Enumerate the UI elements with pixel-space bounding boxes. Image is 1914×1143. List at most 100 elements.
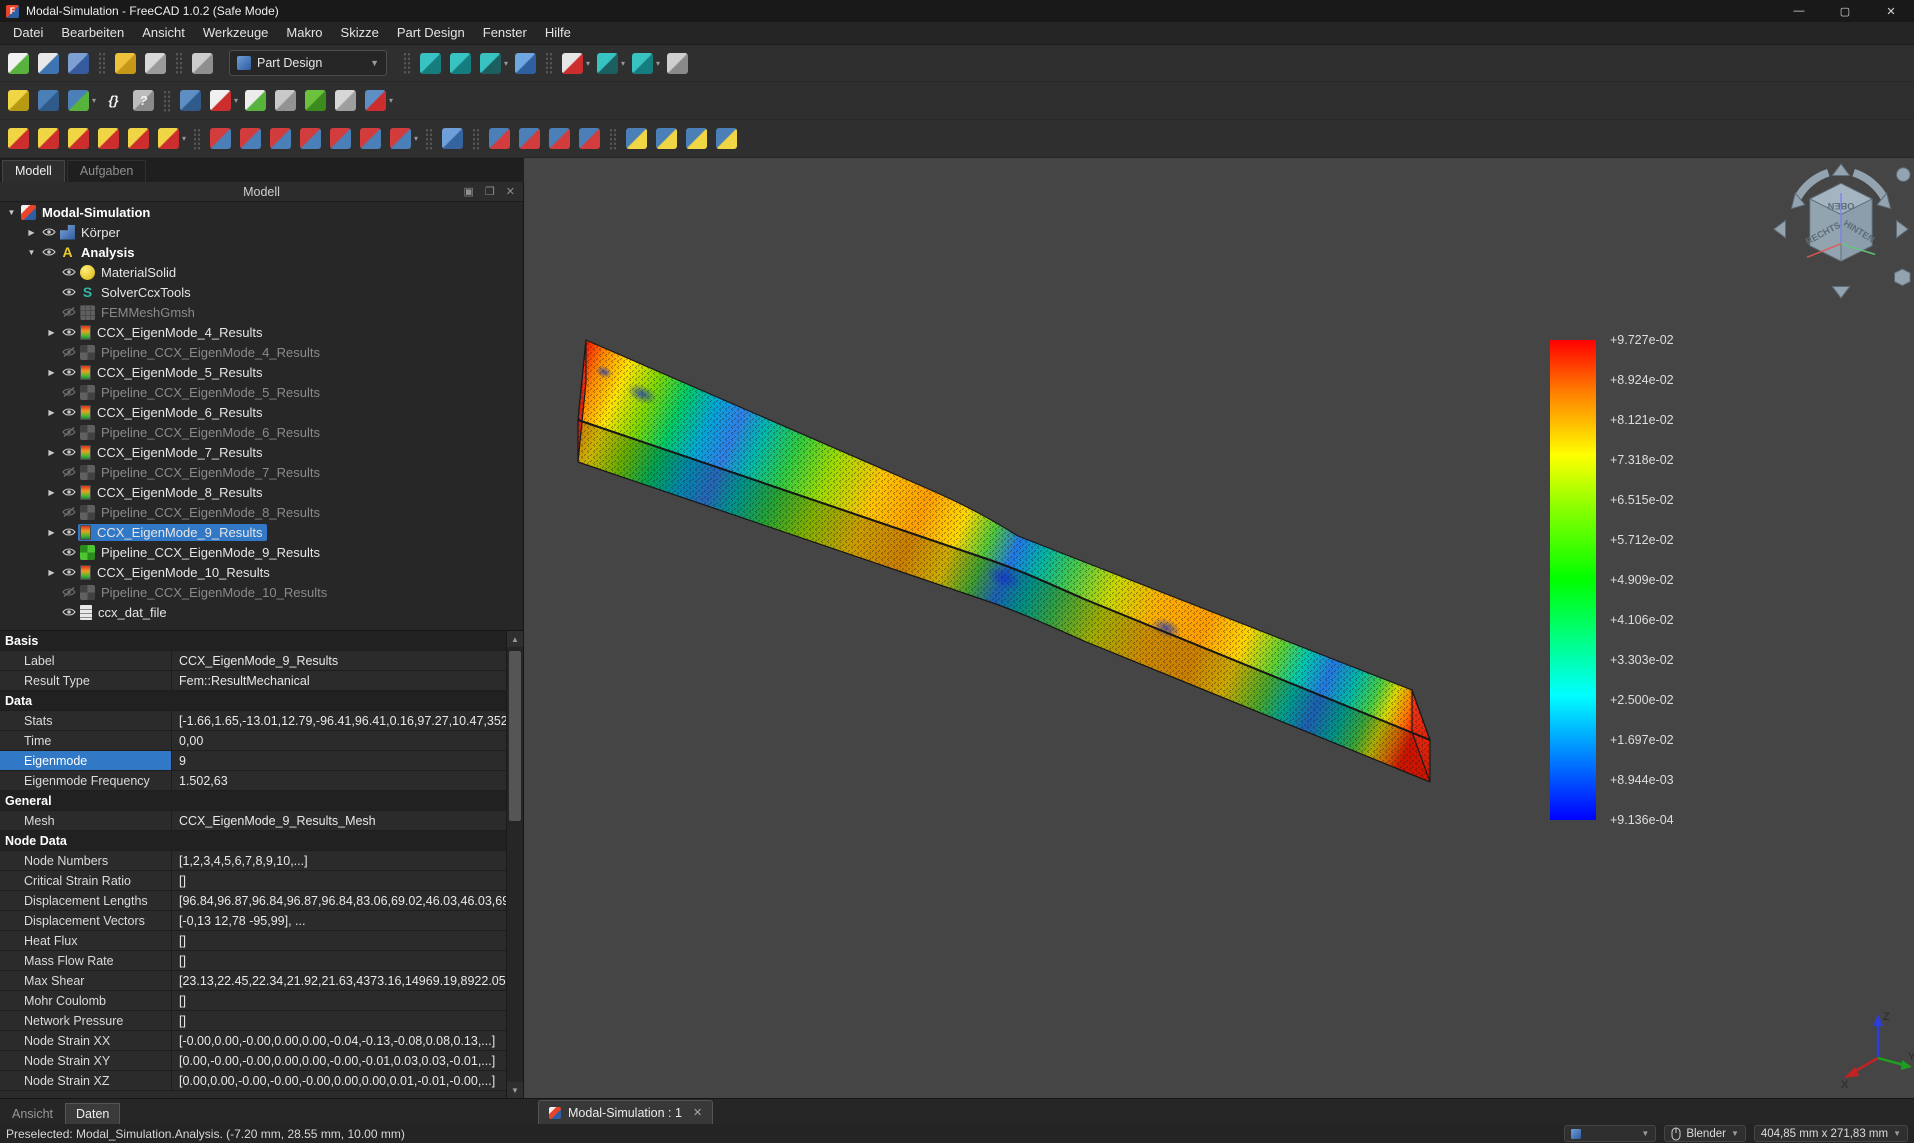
undo-button[interactable] (112, 50, 139, 77)
make-link-button[interactable] (65, 87, 92, 114)
property-value[interactable]: Fem::ResultMechanical (172, 671, 523, 690)
close-tab-icon[interactable]: ✕ (693, 1106, 702, 1119)
visibility-eye-icon[interactable] (59, 367, 78, 377)
zoom-tools-button[interactable] (629, 50, 656, 77)
tab-aufgaben[interactable]: Aufgaben (67, 160, 147, 182)
visibility-eye-off-icon[interactable] (59, 347, 78, 357)
navigation-cube[interactable]: OBEN RECHTS HINTEN (1768, 160, 1914, 306)
tree-item-pipeline_ccx_eigenmode_5_results[interactable]: Pipeline_CCX_EigenMode_5_Results (0, 382, 523, 402)
property-label[interactable]: Node Strain XX (0, 1031, 172, 1050)
tree-item-ccx_eigenmode_7_results[interactable]: ▶CCX_EigenMode_7_Results (0, 442, 523, 462)
tree-item-pipeline_ccx_eigenmode_9_results[interactable]: Pipeline_CCX_EigenMode_9_Results (0, 542, 523, 562)
property-value[interactable]: [1,2,3,4,5,6,7,8,9,10,...] (172, 851, 523, 870)
visibility-eye-off-icon[interactable] (59, 427, 78, 437)
expander-icon[interactable]: ▼ (4, 208, 19, 217)
property-value[interactable]: [0.00,-0.00,-0.00,0.00,0.00,-0.00,-0.01,… (172, 1051, 523, 1070)
create-body-button[interactable] (177, 87, 204, 114)
visibility-eye-off-icon[interactable] (59, 387, 78, 397)
property-label[interactable]: Mass Flow Rate (0, 951, 172, 970)
tree-item-ccx_dat_file[interactable]: ccx_dat_file (0, 602, 523, 622)
tree-item-materialsolid[interactable]: MaterialSolid (0, 262, 523, 282)
visibility-eye-icon[interactable] (59, 607, 78, 617)
property-label[interactable]: Heat Flux (0, 931, 172, 950)
navigation-style-dropdown[interactable]: Blender ▼ (1664, 1125, 1746, 1142)
create-group-button[interactable] (35, 87, 62, 114)
visibility-eye-off-icon[interactable] (59, 587, 78, 597)
pocket-button[interactable] (207, 125, 234, 152)
visibility-eye-icon[interactable] (59, 287, 78, 297)
visibility-eye-icon[interactable] (59, 407, 78, 417)
property-label[interactable]: Label (0, 651, 172, 670)
pad-button[interactable] (5, 125, 32, 152)
menu-hilfe[interactable]: Hilfe (536, 22, 580, 44)
close-button[interactable]: ✕ (1868, 0, 1914, 22)
tree-item-pipeline_ccx_eigenmode_7_results[interactable]: Pipeline_CCX_EigenMode_7_Results (0, 462, 523, 482)
property-value[interactable]: [] (172, 931, 523, 950)
tree-item-analysis[interactable]: ▼AAnalysis (0, 242, 523, 262)
expander-icon[interactable]: ▶ (44, 448, 59, 457)
expander-icon[interactable]: ▶ (44, 568, 59, 577)
tree-item-ccx_eigenmode_5_results[interactable]: ▶CCX_EigenMode_5_Results (0, 362, 523, 382)
property-value[interactable]: 0,00 (172, 731, 523, 750)
visibility-eye-icon[interactable] (59, 447, 78, 457)
property-value[interactable]: CCX_EigenMode_9_Results_Mesh (172, 811, 523, 830)
property-value[interactable]: 1.502,63 (172, 771, 523, 790)
property-label[interactable]: Max Shear (0, 971, 172, 990)
additive-helix-button[interactable] (125, 125, 152, 152)
panel-dock-icon[interactable]: ▣ (464, 185, 474, 198)
selection-view-button[interactable] (594, 50, 621, 77)
dropdown-caret-icon[interactable]: ▾ (389, 96, 393, 105)
cube-face-top-label[interactable]: OBEN (1827, 201, 1854, 211)
workbench-selector[interactable]: Part Design▼ (229, 50, 387, 76)
scroll-up-icon[interactable]: ▲ (507, 631, 523, 647)
menu-ansicht[interactable]: Ansicht (133, 22, 194, 44)
3d-viewport[interactable]: +9.727e-02+8.924e-02+8.121e-02+7.318e-02… (524, 158, 1914, 1098)
property-value[interactable]: [] (172, 871, 523, 890)
maximize-button[interactable]: ▢ (1822, 0, 1868, 22)
hole-button[interactable] (237, 125, 264, 152)
dropdown-caret-icon[interactable]: ▾ (234, 96, 238, 105)
visibility-eye-icon[interactable] (59, 547, 78, 557)
save-button[interactable] (65, 50, 92, 77)
tree-item-ccx_eigenmode_8_results[interactable]: ▶CCX_EigenMode_8_Results (0, 482, 523, 502)
visibility-eye-icon[interactable] (59, 487, 78, 497)
tree-item-pipeline_ccx_eigenmode_6_results[interactable]: Pipeline_CCX_EigenMode_6_Results (0, 422, 523, 442)
expander-icon[interactable]: ▶ (44, 408, 59, 417)
tree-item-ccx_eigenmode_10_results[interactable]: ▶CCX_EigenMode_10_Results (0, 562, 523, 582)
menu-skizze[interactable]: Skizze (332, 22, 388, 44)
visibility-eye-off-icon[interactable] (59, 507, 78, 517)
property-label[interactable]: Node Strain XZ (0, 1071, 172, 1090)
fem-result-model[interactable] (524, 158, 1914, 1098)
tree-item-solverccxtools[interactable]: SSolverCcxTools (0, 282, 523, 302)
tree-item-pipeline_ccx_eigenmode_4_results[interactable]: Pipeline_CCX_EigenMode_4_Results (0, 342, 523, 362)
open-file-button[interactable] (35, 50, 62, 77)
visibility-eye-icon[interactable] (59, 567, 78, 577)
property-value[interactable]: [-1.66,1.65,-13.01,12.79,-96.41,96.41,0.… (172, 711, 523, 730)
property-value[interactable]: 9 (172, 751, 523, 770)
unit-system-dropdown[interactable]: ▼ (1564, 1125, 1656, 1142)
new-file-button[interactable] (5, 50, 32, 77)
property-label[interactable]: Mohr Coulomb (0, 991, 172, 1010)
menu-bearbeiten[interactable]: Bearbeiten (52, 22, 133, 44)
clipping-plane-button[interactable] (559, 50, 586, 77)
redo-button[interactable] (142, 50, 169, 77)
property-label[interactable]: Node Numbers (0, 851, 172, 870)
property-value[interactable]: [96.84,96.87,96.84,96.87,96.84,83.06,69.… (172, 891, 523, 910)
subtractive-primitive-button[interactable] (387, 125, 414, 152)
thickness-button[interactable] (576, 125, 603, 152)
dimensions-dropdown[interactable]: 404,85 mm x 271,83 mm ▼ (1754, 1125, 1908, 1142)
subtractive-pipe-button[interactable] (327, 125, 354, 152)
property-label[interactable]: Mesh (0, 811, 172, 830)
property-value[interactable]: [23.13,22.45,22.34,21.92,21.63,4373.16,1… (172, 971, 523, 990)
property-value[interactable]: [-0.00,0.00,-0.00,0.00,0.00,-0.04,-0.13,… (172, 1031, 523, 1050)
property-label[interactable]: Stats (0, 711, 172, 730)
property-value[interactable]: [] (172, 951, 523, 970)
property-label[interactable]: Result Type (0, 671, 172, 690)
expander-icon[interactable]: ▶ (44, 328, 59, 337)
expander-icon[interactable]: ▼ (24, 248, 39, 257)
menu-werkzeuge[interactable]: Werkzeuge (194, 22, 278, 44)
dropdown-caret-icon[interactable]: ▾ (414, 134, 418, 143)
refresh-button[interactable] (189, 50, 216, 77)
visibility-eye-icon[interactable] (59, 527, 78, 537)
expander-icon[interactable]: ▶ (44, 528, 59, 537)
